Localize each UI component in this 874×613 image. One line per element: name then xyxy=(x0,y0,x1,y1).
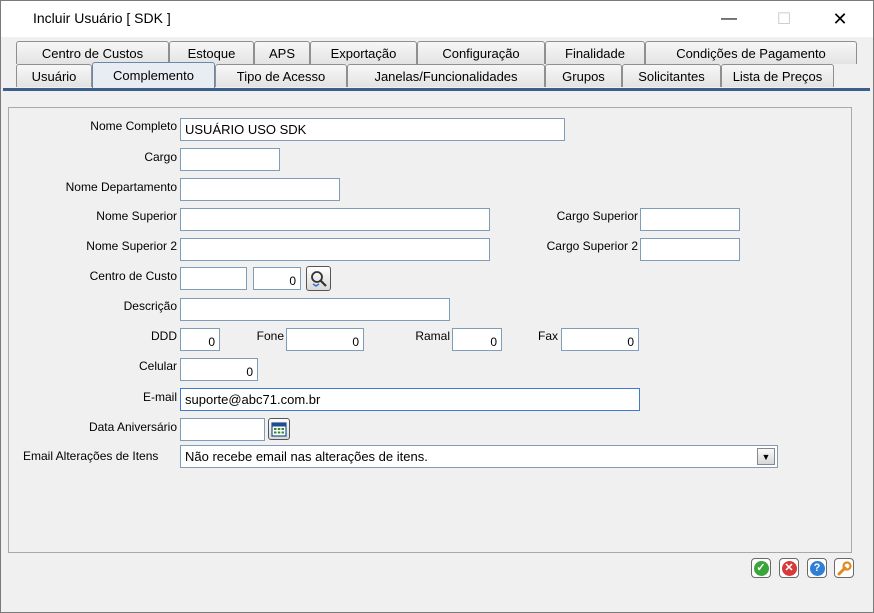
window-title: Incluir Usuário [ SDK ] xyxy=(33,10,171,26)
celular-label: Celular xyxy=(138,359,177,373)
nome-superior-field[interactable] xyxy=(180,208,490,231)
cargo-superior-2-field[interactable] xyxy=(640,238,740,261)
tab-finalidade[interactable]: Finalidade xyxy=(545,41,645,64)
centro-de-custo-number-field[interactable]: 0 xyxy=(253,267,301,290)
help-icon: ? xyxy=(809,560,825,576)
descricao-label: Descrição xyxy=(123,299,177,313)
centro-de-custo-label: Centro de Custo xyxy=(89,269,177,283)
tab-lista-de-precos[interactable]: Lista de Preços xyxy=(721,64,834,87)
maximize-button: ☐ xyxy=(761,5,807,33)
tab-exportacao[interactable]: Exportação xyxy=(310,41,417,64)
cancel-icon: ✕ xyxy=(781,560,797,576)
tab-centro-de-custos[interactable]: Centro de Custos xyxy=(16,41,169,64)
title-bar: Incluir Usuário [ SDK ] — ☐ ✕ xyxy=(1,1,873,37)
fone-field[interactable]: 0 xyxy=(286,328,364,351)
cancel-button[interactable]: ✕ xyxy=(779,558,799,578)
nome-superior-2-field[interactable] xyxy=(180,238,490,261)
dropdown-button[interactable]: ▼ xyxy=(757,448,775,465)
email-field[interactable]: suporte@abc71.com.br xyxy=(180,388,640,411)
fone-label: Fone xyxy=(256,329,284,343)
close-button[interactable]: ✕ xyxy=(817,5,863,33)
email-label: E-mail xyxy=(142,390,177,404)
tab-aps[interactable]: APS xyxy=(254,41,310,64)
ddd-field[interactable]: 0 xyxy=(180,328,220,351)
email-alteracoes-label: Email Alterações de Itens xyxy=(23,449,159,463)
cargo-field[interactable] xyxy=(180,148,280,171)
data-aniversario-label: Data Aniversário xyxy=(88,420,177,434)
nome-completo-field[interactable]: USUÁRIO USO SDK xyxy=(180,118,565,141)
chevron-down-icon: ▼ xyxy=(761,451,771,462)
calendar-icon xyxy=(271,422,287,437)
tab-condicoes-pagamento[interactable]: Condições de Pagamento xyxy=(645,41,857,64)
cargo-superior-field[interactable] xyxy=(640,208,740,231)
calendar-button[interactable] xyxy=(268,418,290,440)
nome-superior-2-label: Nome Superior 2 xyxy=(86,239,177,253)
fax-label: Fax xyxy=(537,329,558,343)
ramal-field[interactable]: 0 xyxy=(452,328,502,351)
tab-janelas-funcionalidades[interactable]: Janelas/Funcionalidades xyxy=(347,64,545,87)
maximize-icon: ☐ xyxy=(776,11,792,28)
tab-solicitantes[interactable]: Solicitantes xyxy=(622,64,721,87)
fax-field[interactable]: 0 xyxy=(561,328,639,351)
tools-button[interactable] xyxy=(834,558,854,578)
minimize-icon: — xyxy=(721,10,737,27)
ramal-label: Ramal xyxy=(415,329,450,343)
cargo-superior-2-label: Cargo Superior 2 xyxy=(546,239,638,253)
close-icon: ✕ xyxy=(832,8,848,29)
celular-field[interactable]: 0 xyxy=(180,358,258,381)
descricao-field[interactable] xyxy=(180,298,450,321)
tab-grupos[interactable]: Grupos xyxy=(545,64,622,87)
nome-departamento-label: Nome Departamento xyxy=(65,180,177,194)
tab-estoque[interactable]: Estoque xyxy=(169,41,254,64)
cargo-superior-label: Cargo Superior xyxy=(556,209,638,223)
tab-usuario[interactable]: Usuário xyxy=(16,64,92,87)
wrench-icon xyxy=(837,560,852,575)
tab-complemento[interactable]: Complemento xyxy=(92,62,215,88)
search-icon xyxy=(310,270,327,287)
ok-button[interactable]: ✓ xyxy=(751,558,771,578)
tab-underline xyxy=(3,88,870,91)
email-alteracoes-select[interactable]: Não recebe email nas alterações de itens… xyxy=(180,445,778,468)
nome-departamento-field[interactable] xyxy=(180,178,340,201)
help-button[interactable]: ? xyxy=(807,558,827,578)
tab-configuracao[interactable]: Configuração xyxy=(417,41,545,64)
dialog-window: Incluir Usuário [ SDK ] — ☐ ✕ Centro de … xyxy=(0,0,874,613)
check-icon: ✓ xyxy=(753,560,769,576)
email-alteracoes-value: Não recebe email nas alterações de itens… xyxy=(185,449,428,464)
nome-completo-label: Nome Completo xyxy=(90,119,177,133)
ddd-label: DDD xyxy=(151,329,177,343)
cargo-label: Cargo xyxy=(144,150,177,164)
minimize-button[interactable]: — xyxy=(706,5,752,33)
centro-de-custo-code-field[interactable] xyxy=(180,267,247,290)
nome-superior-label: Nome Superior xyxy=(96,209,177,223)
tab-tipo-de-acesso[interactable]: Tipo de Acesso xyxy=(215,64,347,87)
data-aniversario-field[interactable] xyxy=(180,418,265,441)
search-button[interactable] xyxy=(306,266,331,291)
